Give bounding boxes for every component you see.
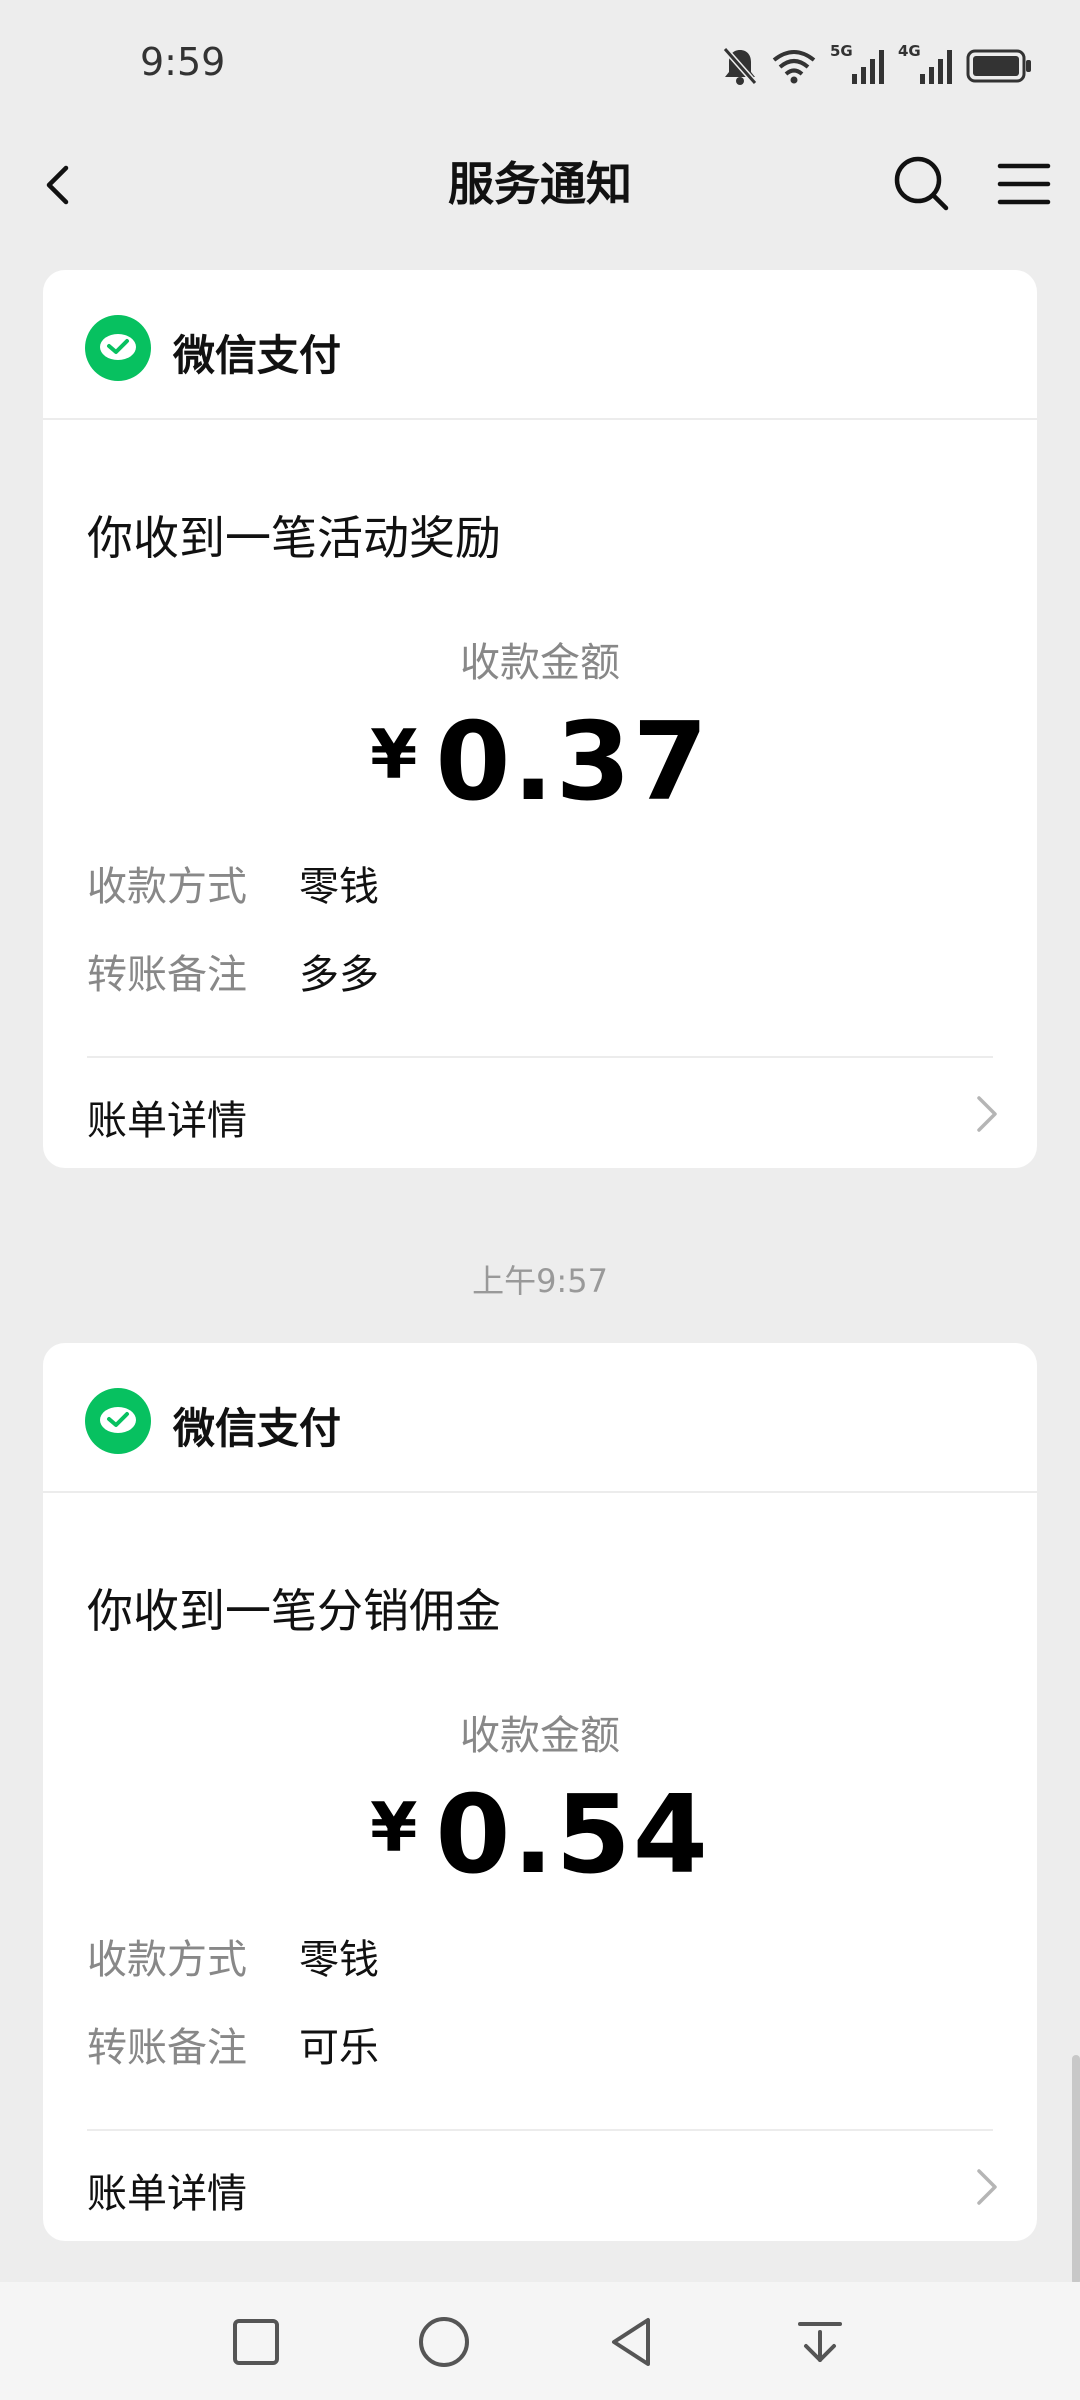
title-bar: 服务通知: [0, 130, 1080, 240]
wifi-icon: [772, 50, 816, 84]
row-key: 转账备注: [87, 2025, 247, 2071]
status-bar: 9:59 5G 4G: [0, 0, 1080, 130]
wechat-pay-logo: [85, 1388, 151, 1454]
menu-button[interactable]: [986, 146, 1062, 222]
wechat-pay-logo: [85, 315, 151, 381]
bill-details-link[interactable]: 账单详情: [43, 1058, 1037, 1168]
status-time: 9:59: [140, 40, 226, 84]
back-nav-icon[interactable]: [600, 2310, 664, 2374]
bill-details-label: 账单详情: [87, 1098, 247, 1144]
system-nav-bar: [0, 2282, 1080, 2400]
signal-icon: [920, 50, 952, 84]
row-value: 多多: [299, 952, 379, 998]
detail-row: 转账备注 多多: [87, 942, 379, 1000]
battery-icon: [966, 49, 1031, 83]
signal-icon: [852, 50, 884, 84]
notification-card[interactable]: 微信支付 你收到一笔分销佣金 收款金额 ¥0.54 收款方式 零钱 转账备注 可乐 …: [43, 1343, 1037, 2241]
row-key: 收款方式: [87, 864, 247, 910]
message-timestamp: 上午9:57: [472, 1262, 608, 1300]
network-4g-label: 4G: [898, 42, 921, 60]
message-title: 你收到一笔分销佣金: [87, 1584, 501, 1638]
detail-row: 转账备注 可乐: [87, 2015, 379, 2073]
detail-row: 收款方式 零钱: [87, 854, 379, 912]
amount-number: 0.37: [435, 700, 710, 825]
sender-name: 微信支付: [173, 331, 342, 380]
sender-name: 微信支付: [173, 1404, 342, 1453]
network-5g-label: 5G: [830, 42, 853, 60]
amount-value: ¥0.37: [43, 700, 1037, 825]
signal-4g: 4G: [898, 42, 952, 86]
row-key: 转账备注: [87, 952, 247, 998]
wechat-pay-icon: [100, 334, 136, 360]
scrollbar-thumb[interactable]: [1072, 2055, 1080, 2285]
recent-apps-icon[interactable]: [224, 2310, 288, 2374]
notification-pull-icon[interactable]: [788, 2310, 852, 2374]
status-icons: 5G 4G: [722, 42, 1032, 88]
home-icon[interactable]: [412, 2310, 476, 2374]
chevron-right-icon: [977, 1096, 997, 1132]
chevron-right-icon: [977, 2169, 997, 2205]
amount-number: 0.54: [435, 1773, 710, 1898]
card-header: 微信支付: [43, 1343, 1037, 1493]
currency-symbol: ¥: [370, 716, 418, 795]
bill-details-link[interactable]: 账单详情: [43, 2131, 1037, 2241]
bill-details-label: 账单详情: [87, 2171, 247, 2217]
message-title: 你收到一笔活动奖励: [87, 511, 501, 565]
row-key: 收款方式: [87, 1937, 247, 1983]
amount-label: 收款金额: [460, 1713, 620, 1759]
wechat-pay-icon: [100, 1407, 136, 1433]
card-header: 微信支付: [43, 270, 1037, 420]
row-value: 零钱: [299, 864, 379, 910]
signal-5g: 5G: [830, 42, 884, 86]
detail-row: 收款方式 零钱: [87, 1927, 379, 1985]
amount-label: 收款金额: [460, 640, 620, 686]
row-value: 可乐: [299, 2025, 379, 2071]
search-icon: [894, 156, 949, 211]
notification-card[interactable]: 微信支付 你收到一笔活动奖励 收款金额 ¥0.37 收款方式 零钱 转账备注 多多 …: [43, 270, 1037, 1168]
currency-symbol: ¥: [370, 1789, 418, 1868]
search-button[interactable]: [884, 146, 960, 222]
menu-icon: [997, 163, 1051, 205]
bell-off-icon: [722, 47, 758, 85]
amount-value: ¥0.54: [43, 1773, 1037, 1898]
row-value: 零钱: [299, 1937, 379, 1983]
